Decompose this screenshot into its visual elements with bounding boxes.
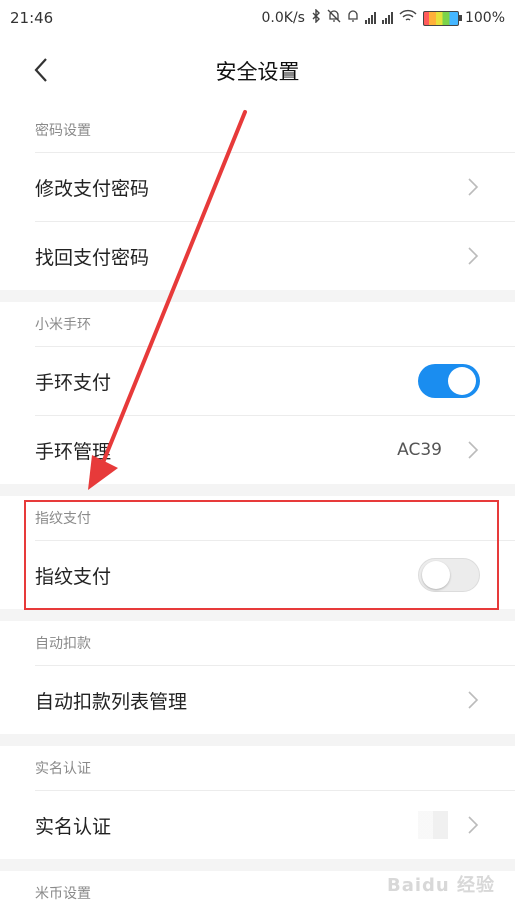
band-pay-row: 手环支付 [0,347,515,415]
section-header-password: 密码设置 [35,123,91,139]
status-bar: 21:46 0.0K/s 100% [0,0,515,36]
nav-bar: 安全设置 [0,36,515,106]
status-time: 21:46 [10,9,54,27]
signal-icon [364,12,376,24]
wifi-icon [399,9,417,27]
section-header-realname: 实名认证 [35,761,91,777]
chevron-right-icon [468,178,479,196]
row-label: 指纹支付 [35,565,112,588]
row-label: 手环管理 [35,440,112,463]
row-label: 手环支付 [35,371,112,394]
watermark: Baidu 经验 [386,875,495,896]
change-pay-password-row[interactable]: 修改支付密码 [0,153,515,221]
signal-icon [381,12,393,24]
section-header-band: 小米手环 [35,317,91,333]
band-manage-row[interactable]: 手环管理 AC39 [0,416,515,484]
chevron-right-icon [468,247,479,265]
row-label: 修改支付密码 [35,177,150,200]
section-header-autopay: 自动扣款 [35,636,91,652]
battery-icon [422,10,462,26]
row-label: 找回支付密码 [35,246,150,269]
network-speed: 0.0K/s [261,10,305,26]
autopay-list-row[interactable]: 自动扣款列表管理 [0,666,515,734]
alarm-bell-icon [347,9,359,27]
chevron-right-icon [468,691,479,709]
page-title: 安全设置 [215,60,300,84]
battery-level: 100% [464,10,505,26]
chevron-right-icon [468,816,479,834]
status-icons: 0.0K/s 100% [261,8,505,27]
redacted-name [418,811,448,839]
fingerprint-pay-row: 指纹支付 [0,541,515,609]
realname-row[interactable]: 实名认证 [0,791,515,859]
fingerprint-pay-toggle[interactable] [418,558,480,592]
row-label: 实名认证 [35,815,112,838]
mute-bell-icon [327,9,341,27]
recover-pay-password-row[interactable]: 找回支付密码 [0,222,515,290]
chevron-right-icon [468,441,479,459]
section-header-fingerprint: 指纹支付 [35,511,91,527]
band-pay-toggle[interactable] [418,364,480,398]
row-label: 自动扣款列表管理 [35,690,188,713]
bluetooth-icon [311,8,321,27]
band-id-value: AC39 [397,440,442,460]
